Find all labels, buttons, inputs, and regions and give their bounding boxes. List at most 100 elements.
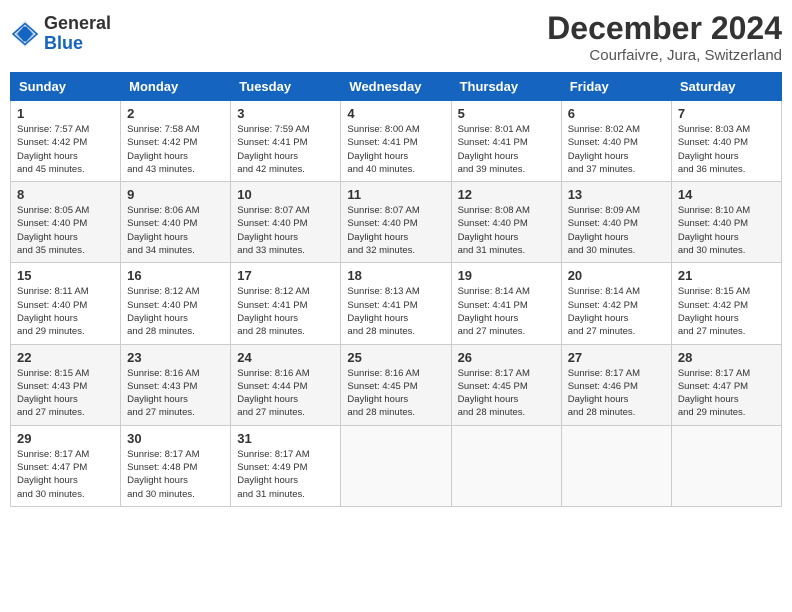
day-number: 29 [17,431,114,446]
calendar-day-cell: 3 Sunrise: 7:59 AM Sunset: 4:41 PM Dayli… [231,101,341,182]
day-number: 25 [347,350,444,365]
calendar-day-cell: 21 Sunrise: 8:15 AM Sunset: 4:42 PM Dayl… [671,263,781,344]
calendar-day-cell: 31 Sunrise: 8:17 AM Sunset: 4:49 PM Dayl… [231,425,341,506]
calendar-day-cell: 22 Sunrise: 8:15 AM Sunset: 4:43 PM Dayl… [11,344,121,425]
day-info: Sunrise: 8:17 AM Sunset: 4:49 PM Dayligh… [237,448,334,501]
day-info: Sunrise: 8:17 AM Sunset: 4:47 PM Dayligh… [678,367,775,420]
day-info: Sunrise: 8:12 AM Sunset: 4:40 PM Dayligh… [127,285,224,338]
calendar-header-row: SundayMondayTuesdayWednesdayThursdayFrid… [11,73,782,101]
calendar-day-cell: 5 Sunrise: 8:01 AM Sunset: 4:41 PM Dayli… [451,101,561,182]
day-info: Sunrise: 8:00 AM Sunset: 4:41 PM Dayligh… [347,123,444,176]
day-number: 7 [678,106,775,121]
page-header: General Blue December 2024 Courfaivre, J… [10,10,782,64]
day-info: Sunrise: 8:15 AM Sunset: 4:42 PM Dayligh… [678,285,775,338]
day-number: 10 [237,187,334,202]
day-number: 1 [17,106,114,121]
weekday-header: Wednesday [341,73,451,101]
day-number: 21 [678,268,775,283]
calendar-day-cell: 12 Sunrise: 8:08 AM Sunset: 4:40 PM Dayl… [451,182,561,263]
title-area: December 2024 Courfaivre, Jura, Switzerl… [547,10,782,64]
day-number: 17 [237,268,334,283]
weekday-header: Monday [121,73,231,101]
day-number: 14 [678,187,775,202]
calendar-day-cell: 14 Sunrise: 8:10 AM Sunset: 4:40 PM Dayl… [671,182,781,263]
calendar-week-row: 22 Sunrise: 8:15 AM Sunset: 4:43 PM Dayl… [11,344,782,425]
day-info: Sunrise: 8:02 AM Sunset: 4:40 PM Dayligh… [568,123,665,176]
calendar-day-cell: 18 Sunrise: 8:13 AM Sunset: 4:41 PM Dayl… [341,263,451,344]
day-info: Sunrise: 8:03 AM Sunset: 4:40 PM Dayligh… [678,123,775,176]
day-info: Sunrise: 8:08 AM Sunset: 4:40 PM Dayligh… [458,204,555,257]
calendar-day-cell: 16 Sunrise: 8:12 AM Sunset: 4:40 PM Dayl… [121,263,231,344]
logo-blue: Blue [44,33,83,53]
day-number: 18 [347,268,444,283]
calendar-day-cell: 27 Sunrise: 8:17 AM Sunset: 4:46 PM Dayl… [561,344,671,425]
day-info: Sunrise: 8:09 AM Sunset: 4:40 PM Dayligh… [568,204,665,257]
calendar-day-cell: 30 Sunrise: 8:17 AM Sunset: 4:48 PM Dayl… [121,425,231,506]
calendar-day-cell: 29 Sunrise: 8:17 AM Sunset: 4:47 PM Dayl… [11,425,121,506]
calendar-day-cell: 8 Sunrise: 8:05 AM Sunset: 4:40 PM Dayli… [11,182,121,263]
calendar-day-cell: 7 Sunrise: 8:03 AM Sunset: 4:40 PM Dayli… [671,101,781,182]
calendar-day-cell: 17 Sunrise: 8:12 AM Sunset: 4:41 PM Dayl… [231,263,341,344]
calendar-day-cell: 26 Sunrise: 8:17 AM Sunset: 4:45 PM Dayl… [451,344,561,425]
day-number: 8 [17,187,114,202]
calendar-week-row: 8 Sunrise: 8:05 AM Sunset: 4:40 PM Dayli… [11,182,782,263]
month-title: December 2024 [547,10,782,47]
calendar-day-cell [561,425,671,506]
calendar-day-cell: 13 Sunrise: 8:09 AM Sunset: 4:40 PM Dayl… [561,182,671,263]
day-number: 4 [347,106,444,121]
calendar-day-cell: 23 Sunrise: 8:16 AM Sunset: 4:43 PM Dayl… [121,344,231,425]
day-info: Sunrise: 8:05 AM Sunset: 4:40 PM Dayligh… [17,204,114,257]
day-number: 31 [237,431,334,446]
day-info: Sunrise: 8:17 AM Sunset: 4:48 PM Dayligh… [127,448,224,501]
day-info: Sunrise: 8:15 AM Sunset: 4:43 PM Dayligh… [17,367,114,420]
day-number: 28 [678,350,775,365]
calendar-day-cell: 19 Sunrise: 8:14 AM Sunset: 4:41 PM Dayl… [451,263,561,344]
day-info: Sunrise: 8:10 AM Sunset: 4:40 PM Dayligh… [678,204,775,257]
calendar-day-cell: 9 Sunrise: 8:06 AM Sunset: 4:40 PM Dayli… [121,182,231,263]
calendar-week-row: 15 Sunrise: 8:11 AM Sunset: 4:40 PM Dayl… [11,263,782,344]
weekday-header: Friday [561,73,671,101]
day-number: 3 [237,106,334,121]
calendar-day-cell: 15 Sunrise: 8:11 AM Sunset: 4:40 PM Dayl… [11,263,121,344]
logo: General Blue [10,14,111,54]
weekday-header: Thursday [451,73,561,101]
day-number: 11 [347,187,444,202]
calendar-day-cell [451,425,561,506]
day-info: Sunrise: 8:17 AM Sunset: 4:47 PM Dayligh… [17,448,114,501]
calendar-day-cell: 1 Sunrise: 7:57 AM Sunset: 4:42 PM Dayli… [11,101,121,182]
calendar-day-cell: 20 Sunrise: 8:14 AM Sunset: 4:42 PM Dayl… [561,263,671,344]
calendar-day-cell: 10 Sunrise: 8:07 AM Sunset: 4:40 PM Dayl… [231,182,341,263]
calendar-table: SundayMondayTuesdayWednesdayThursdayFrid… [10,72,782,507]
calendar-day-cell: 2 Sunrise: 7:58 AM Sunset: 4:42 PM Dayli… [121,101,231,182]
day-info: Sunrise: 7:59 AM Sunset: 4:41 PM Dayligh… [237,123,334,176]
day-number: 13 [568,187,665,202]
calendar-day-cell: 25 Sunrise: 8:16 AM Sunset: 4:45 PM Dayl… [341,344,451,425]
logo-icon [10,19,40,49]
day-info: Sunrise: 8:16 AM Sunset: 4:45 PM Dayligh… [347,367,444,420]
calendar-day-cell: 28 Sunrise: 8:17 AM Sunset: 4:47 PM Dayl… [671,344,781,425]
day-number: 12 [458,187,555,202]
day-number: 22 [17,350,114,365]
day-info: Sunrise: 8:06 AM Sunset: 4:40 PM Dayligh… [127,204,224,257]
day-info: Sunrise: 8:01 AM Sunset: 4:41 PM Dayligh… [458,123,555,176]
day-number: 20 [568,268,665,283]
day-number: 26 [458,350,555,365]
day-info: Sunrise: 8:07 AM Sunset: 4:40 PM Dayligh… [237,204,334,257]
location: Courfaivre, Jura, Switzerland [547,47,782,64]
calendar-week-row: 1 Sunrise: 7:57 AM Sunset: 4:42 PM Dayli… [11,101,782,182]
day-number: 2 [127,106,224,121]
weekday-header: Saturday [671,73,781,101]
calendar-day-cell [341,425,451,506]
calendar-day-cell: 24 Sunrise: 8:16 AM Sunset: 4:44 PM Dayl… [231,344,341,425]
day-number: 23 [127,350,224,365]
day-number: 24 [237,350,334,365]
day-info: Sunrise: 8:11 AM Sunset: 4:40 PM Dayligh… [17,285,114,338]
day-info: Sunrise: 8:14 AM Sunset: 4:42 PM Dayligh… [568,285,665,338]
calendar-day-cell: 11 Sunrise: 8:07 AM Sunset: 4:40 PM Dayl… [341,182,451,263]
day-number: 9 [127,187,224,202]
day-number: 6 [568,106,665,121]
day-number: 19 [458,268,555,283]
calendar-day-cell: 4 Sunrise: 8:00 AM Sunset: 4:41 PM Dayli… [341,101,451,182]
day-info: Sunrise: 8:16 AM Sunset: 4:44 PM Dayligh… [237,367,334,420]
calendar-day-cell [671,425,781,506]
